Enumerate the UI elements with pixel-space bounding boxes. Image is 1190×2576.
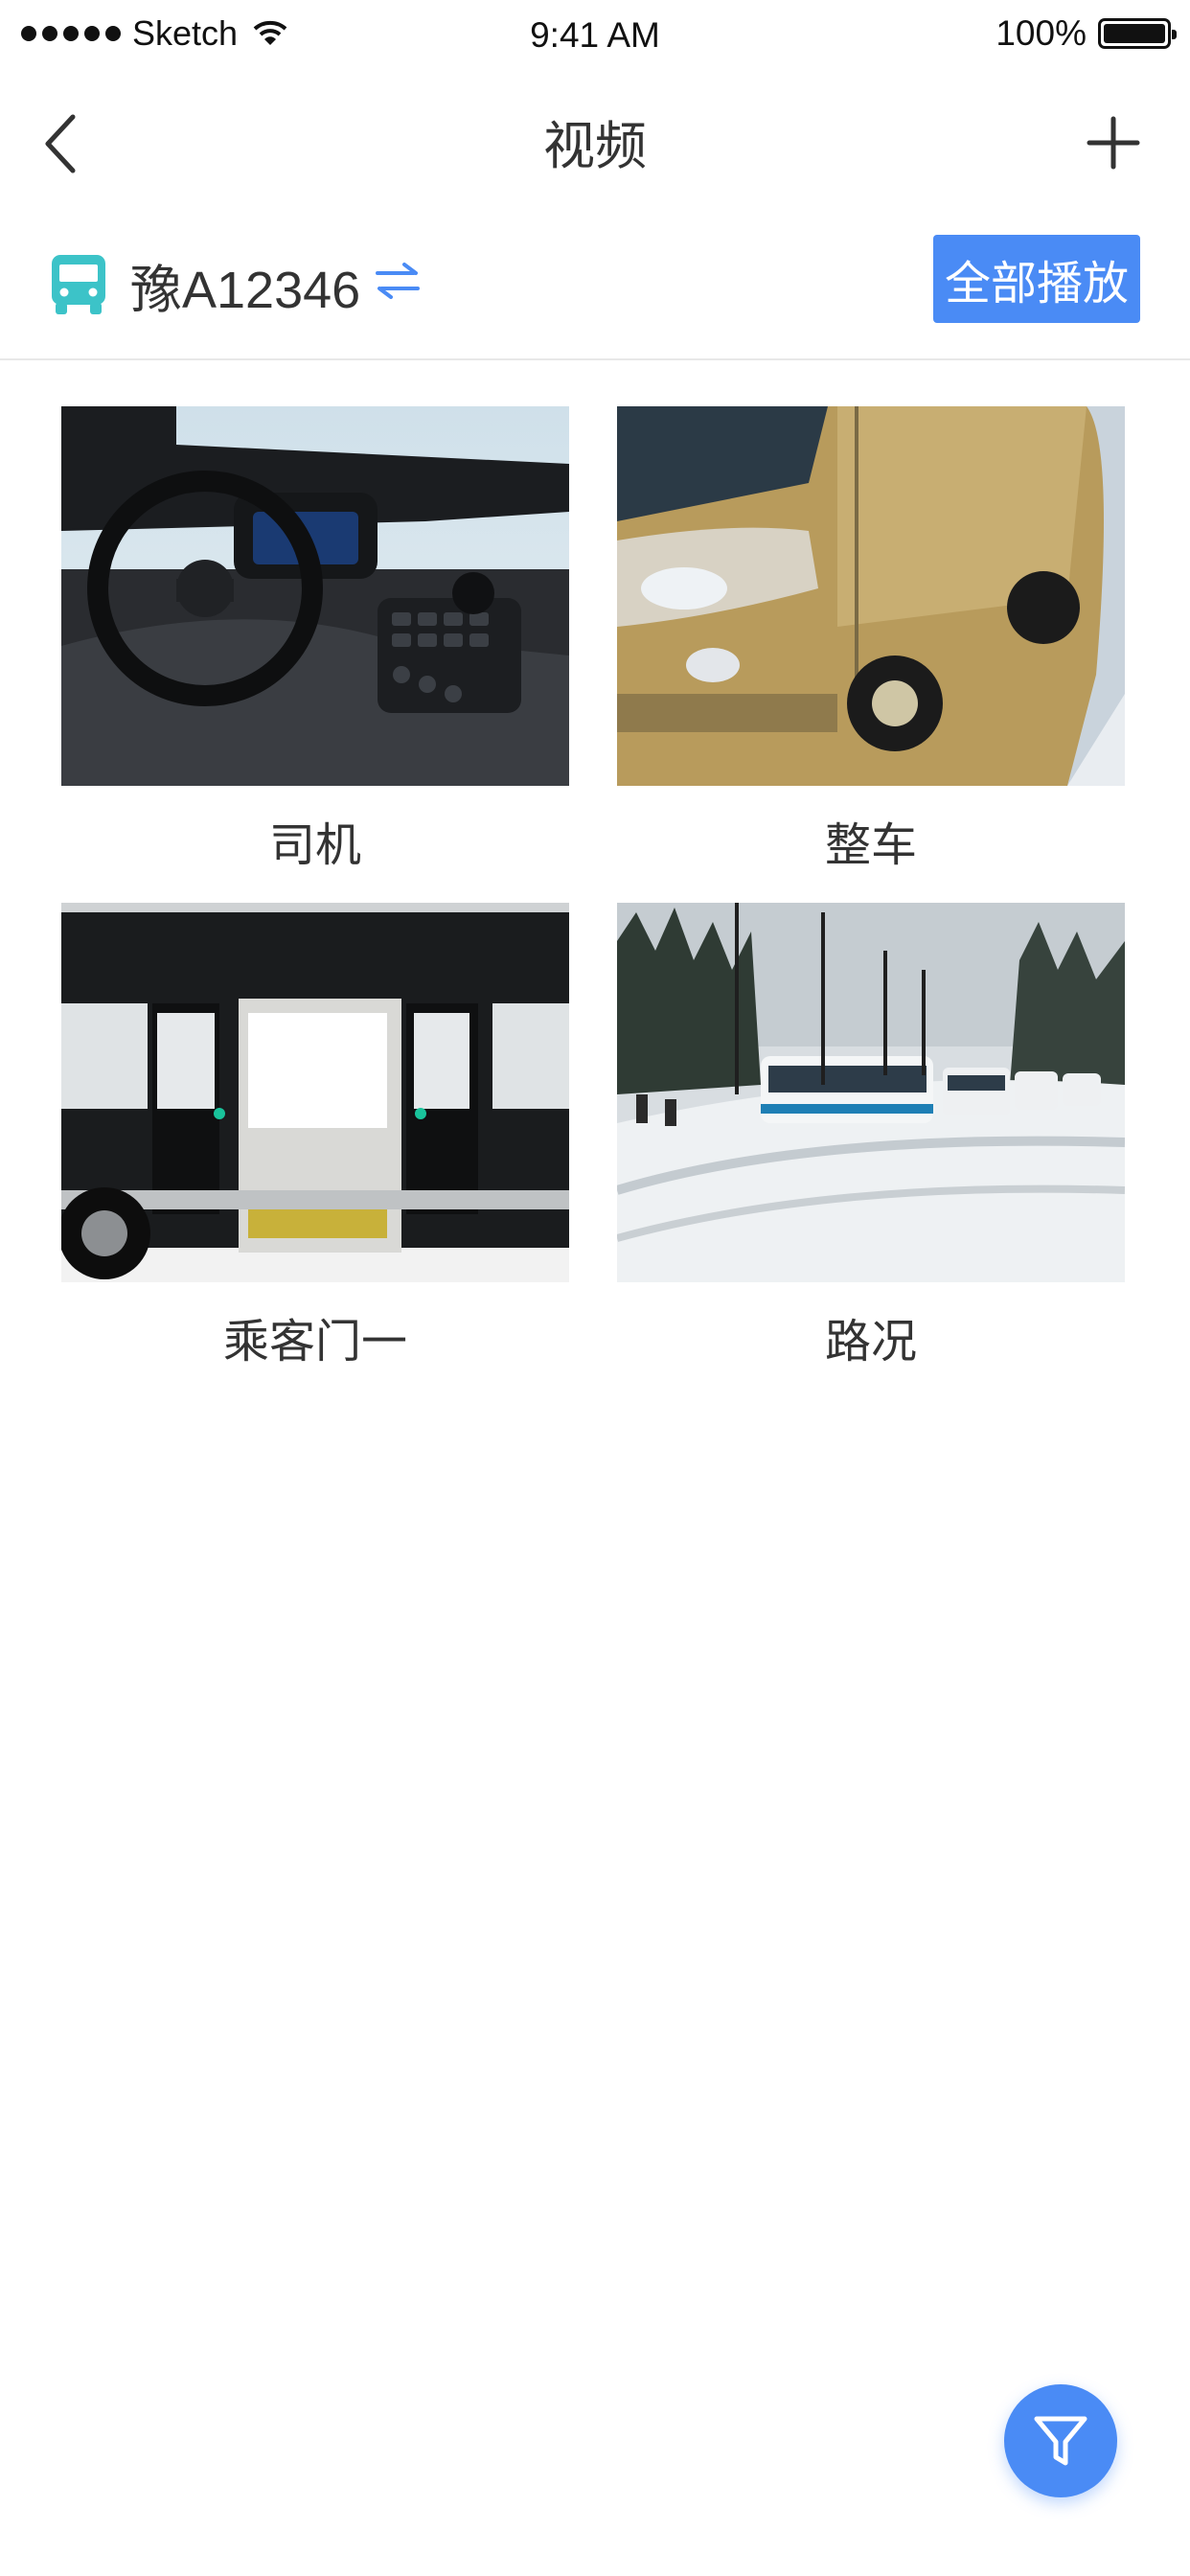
filter-button[interactable] <box>1004 2384 1117 2497</box>
bus-icon <box>52 255 105 314</box>
camera-thumbnail[interactable] <box>617 406 1125 786</box>
camera-thumbnail[interactable] <box>61 903 569 1282</box>
play-all-button[interactable]: 全部播放 <box>933 235 1140 323</box>
camera-label: 路况 <box>824 1317 917 1368</box>
swap-icon[interactable] <box>374 261 422 301</box>
vehicle-selector: 豫A12346 全部播放 <box>0 205 1190 360</box>
camera-thumbnail[interactable] <box>617 903 1125 1282</box>
camera-label: 司机 <box>268 820 361 871</box>
status-right: 100% <box>995 13 1177 54</box>
status-bar: Sketch 9:41 AM 100% <box>0 0 1190 71</box>
camera-label: 整车 <box>824 820 917 871</box>
plus-icon[interactable] <box>1085 109 1142 176</box>
page-title: 视频 <box>543 118 647 175</box>
vehicle-plate: 豫A12346 <box>130 262 361 319</box>
camera-label: 乘客门一 <box>222 1317 407 1368</box>
battery-icon <box>1098 18 1177 49</box>
camera-thumbnail[interactable] <box>61 406 569 786</box>
filter-icon <box>1034 2416 1087 2466</box>
nav-bar: 视频 <box>0 71 1190 205</box>
battery-percent: 100% <box>995 13 1087 53</box>
